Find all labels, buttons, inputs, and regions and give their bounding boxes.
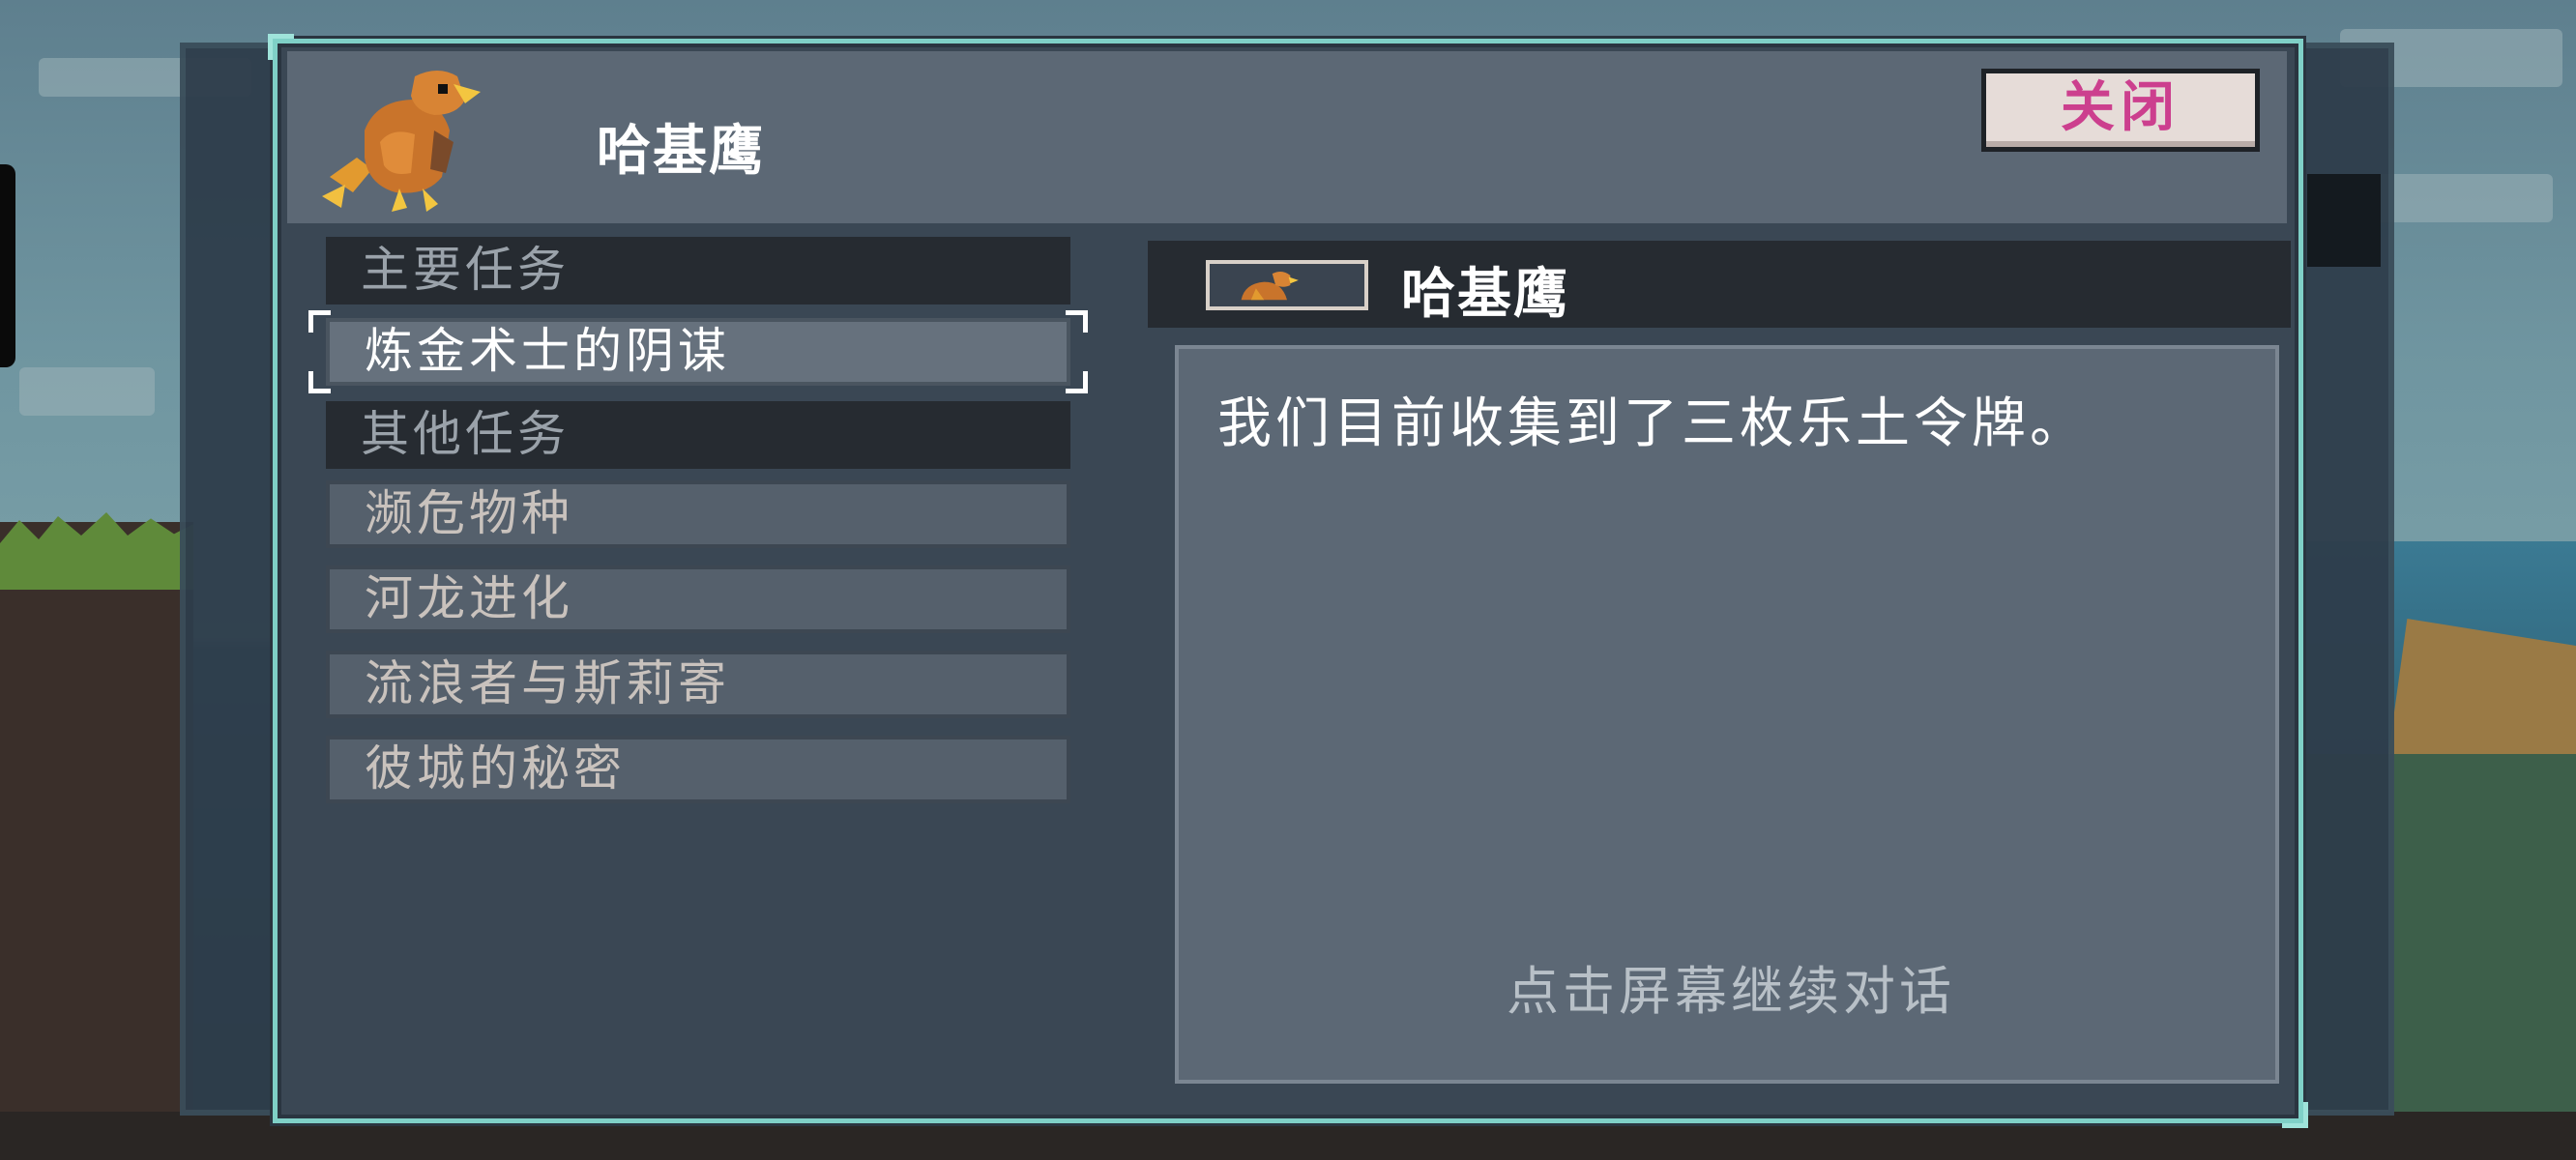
quest-label: 流浪者与斯莉寄 (365, 655, 730, 711)
cloud (19, 367, 155, 416)
other-quests-header: 其他任务 (326, 401, 1070, 469)
device-edge (0, 164, 15, 367)
eagle-portrait-icon (1206, 260, 1368, 310)
quest-dialog: 哈基鹰 关闭 主要任务 炼金术士的阴谋 其他任务 濒危物种 河龙进化 流浪者与斯… (268, 34, 2308, 1128)
quest-label: 炼金术士的阴谋 (365, 323, 730, 379)
speaker-name: 哈基鹰 (1401, 263, 1569, 326)
dialog-header: 哈基鹰 关闭 (287, 51, 2287, 223)
selection-corner (308, 310, 331, 333)
quest-label: 彼城的秘密 (365, 740, 626, 797)
selection-corner (1066, 310, 1088, 333)
quest-label: 河龙进化 (365, 570, 573, 626)
close-button[interactable]: 关闭 (1981, 69, 2260, 152)
background-menu-slot (2307, 174, 2381, 267)
cliff (0, 522, 193, 1160)
main-quests-header: 主要任务 (326, 237, 1070, 304)
selection-corner (308, 371, 331, 393)
eagle-portrait-icon (322, 71, 481, 212)
dialogue-text: 我们目前收集到了三枚乐土令牌。 (1217, 392, 2088, 455)
quest-item[interactable]: 彼城的秘密 (326, 736, 1070, 803)
selection-corner (1066, 371, 1088, 393)
dialogue-box[interactable]: 我们目前收集到了三枚乐土令牌。 点击屏幕继续对话 (1175, 345, 2279, 1084)
quest-item-selected[interactable]: 炼金术士的阴谋 (308, 310, 1088, 393)
speaker-bar: 哈基鹰 (1148, 241, 2291, 328)
quest-label: 濒危物种 (365, 485, 573, 541)
quest-item[interactable]: 河龙进化 (326, 566, 1070, 633)
speaker-title: 哈基鹰 (597, 120, 765, 183)
quest-item[interactable]: 流浪者与斯莉寄 (326, 651, 1070, 718)
quest-item[interactable]: 濒危物种 (326, 480, 1070, 548)
continue-hint: 点击屏幕继续对话 (1507, 961, 1955, 1022)
